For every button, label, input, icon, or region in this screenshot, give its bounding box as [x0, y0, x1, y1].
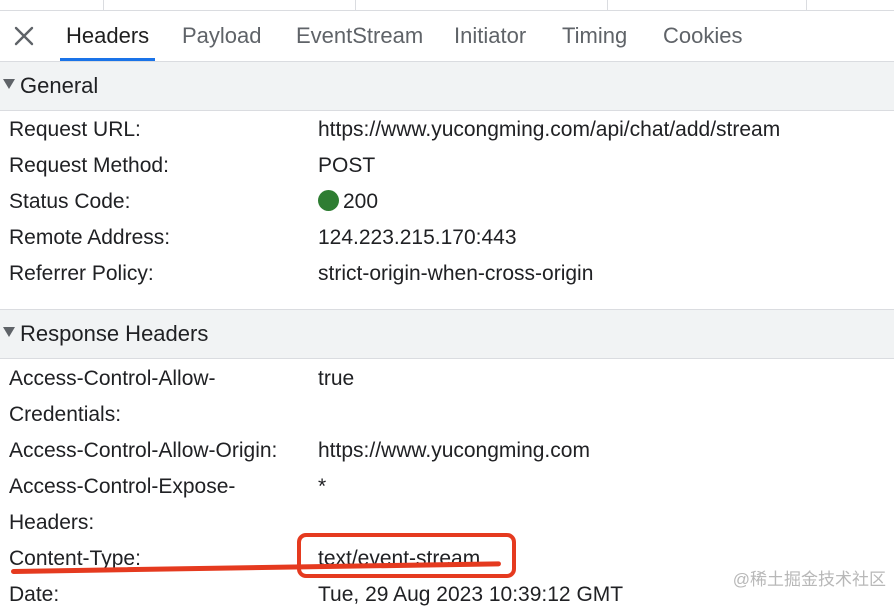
response-headers-section-header[interactable]: Response Headers: [0, 309, 894, 359]
upper-pane-edge: [0, 0, 894, 11]
header-value[interactable]: https://www.yucongming.com/api/chat/add/…: [318, 112, 780, 148]
header-name: Access-Control-Allow- Credentials:: [9, 361, 304, 433]
expand-triangle-icon[interactable]: [3, 79, 15, 89]
highlight-box: [297, 533, 516, 578]
header-name-line: Access-Control-Expose-: [9, 475, 236, 498]
status-value[interactable]: 200: [318, 184, 378, 220]
section-title: Response Headers: [20, 321, 209, 346]
general-section-header[interactable]: General: [0, 61, 894, 111]
header-name: Access-Control-Allow-Origin:: [9, 439, 278, 462]
header-value[interactable]: POST: [318, 148, 375, 184]
section-title: General: [20, 73, 99, 98]
status-code: 200: [343, 190, 379, 213]
tab-payload[interactable]: Payload: [182, 11, 262, 61]
header-name: Request Method:: [9, 154, 169, 177]
header-value[interactable]: Tue, 29 Aug 2023 10:39:12 GMT: [318, 577, 623, 613]
header-row: Access-Control-Allow- Credentials: true: [0, 361, 894, 433]
header-name: Date:: [9, 583, 60, 606]
header-name-line: Headers:: [9, 511, 95, 534]
header-name: Request URL:: [9, 118, 141, 141]
tab-eventstream[interactable]: EventStream: [296, 11, 423, 61]
watermark: @稀土掘金技术社区: [732, 570, 886, 589]
status-ok-icon: [318, 190, 339, 211]
tab-headers[interactable]: Headers: [59, 11, 156, 61]
header-name-line: Credentials:: [9, 403, 122, 426]
expand-triangle-icon[interactable]: [3, 327, 15, 337]
header-row: Access-Control-Expose- Headers: *: [0, 469, 894, 541]
header-name-line: Access-Control-Allow-: [9, 367, 216, 390]
tab-timing[interactable]: Timing: [562, 11, 627, 61]
header-value[interactable]: strict-origin-when-cross-origin: [318, 256, 593, 292]
tab-bar: Headers Payload EventStream Initiator Ti…: [0, 11, 894, 62]
close-icon[interactable]: [10, 22, 38, 50]
header-value[interactable]: 124.223.215.170:443: [318, 220, 517, 256]
header-value[interactable]: true: [318, 361, 354, 397]
header-name: Remote Address:: [9, 226, 171, 249]
header-name: Access-Control-Expose- Headers:: [9, 469, 304, 541]
header-value[interactable]: *: [318, 469, 326, 505]
tab-cookies[interactable]: Cookies: [663, 11, 742, 61]
tab-initiator[interactable]: Initiator: [454, 11, 526, 61]
header-value[interactable]: https://www.yucongming.com: [318, 433, 590, 469]
header-name: Referrer Policy:: [9, 262, 154, 285]
header-name: Status Code:: [9, 190, 131, 213]
